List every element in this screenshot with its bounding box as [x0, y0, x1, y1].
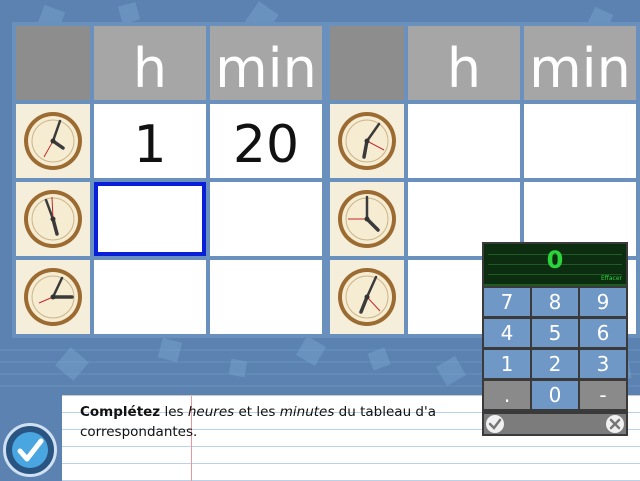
instruction-part: du tableau d'a: [334, 404, 436, 420]
clock-icon: [338, 112, 396, 170]
keypad-display: 0 Effacer: [484, 244, 626, 286]
key-7[interactable]: 7: [484, 288, 530, 316]
instruction-italic-hours: heures: [187, 404, 235, 420]
check-icon: [17, 438, 44, 462]
clock-icon: [338, 268, 396, 326]
key-9[interactable]: 9: [580, 288, 626, 316]
minutes-input-cell[interactable]: [524, 104, 636, 178]
numeric-keypad: 0 Effacer 7 8 9 4 5 6 1 2 3 . 0 -: [482, 242, 628, 436]
key-5[interactable]: 5: [532, 319, 578, 347]
header-hours: h: [408, 26, 520, 100]
clock-cell: [330, 182, 404, 256]
key-1[interactable]: 1: [484, 350, 530, 378]
minutes-input-cell[interactable]: [210, 260, 322, 334]
check-icon: [488, 418, 502, 430]
minutes-input-cell[interactable]: [210, 182, 322, 256]
clock-icon: [24, 268, 82, 326]
key-3[interactable]: 3: [580, 350, 626, 378]
clock-cell: [330, 104, 404, 178]
key-decimal[interactable]: .: [484, 381, 530, 409]
key-0[interactable]: 0: [532, 381, 578, 409]
key-4[interactable]: 4: [484, 319, 530, 347]
hours-input-cell-selected[interactable]: [94, 182, 206, 256]
clock-cell: [16, 260, 90, 334]
key-2[interactable]: 2: [532, 350, 578, 378]
keypad-close-button[interactable]: [606, 415, 624, 433]
clock-icon: [24, 112, 82, 170]
hours-input-cell[interactable]: 1: [94, 104, 206, 178]
clock-cell: [330, 260, 404, 334]
keypad-ok-button[interactable]: [486, 415, 504, 433]
minutes-input-cell[interactable]: 20: [210, 104, 322, 178]
corner-cell: [16, 26, 90, 100]
instruction-italic-minutes: minutes: [279, 404, 335, 420]
hours-input-cell[interactable]: [94, 260, 206, 334]
validate-button[interactable]: [3, 423, 57, 477]
header-hours: h: [94, 26, 206, 100]
keypad-footer: [484, 414, 626, 434]
instruction-part: et les: [234, 404, 280, 420]
hours-input-cell[interactable]: [408, 104, 520, 178]
keypad-display-value: 0: [546, 246, 564, 274]
header-minutes: min: [524, 26, 636, 100]
close-icon: [609, 418, 621, 430]
instruction-line2: correspondantes.: [80, 424, 198, 440]
clock-cell: [16, 182, 90, 256]
key-minus[interactable]: -: [580, 381, 626, 409]
instruction-bold: Complétez: [80, 404, 161, 420]
header-minutes: min: [210, 26, 322, 100]
time-table-left: h min 1 20: [12, 22, 326, 338]
clock-icon: [24, 190, 82, 248]
key-6[interactable]: 6: [580, 319, 626, 347]
erase-button[interactable]: Effacer: [601, 275, 622, 282]
clock-icon: [338, 190, 396, 248]
clock-cell: [16, 104, 90, 178]
instruction-part: les: [160, 404, 188, 420]
key-8[interactable]: 8: [532, 288, 578, 316]
corner-cell: [330, 26, 404, 100]
